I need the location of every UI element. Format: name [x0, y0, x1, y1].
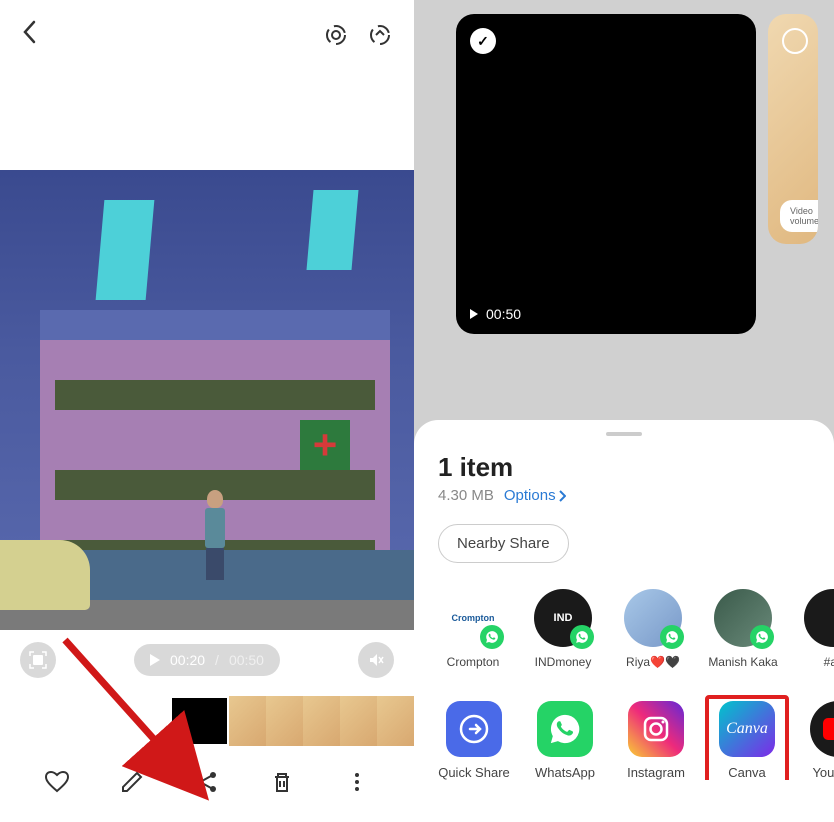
youtube-icon: [810, 701, 834, 757]
playback-pill[interactable]: 00:20 / 00:50: [134, 644, 280, 676]
share-sheet: 1 item 4.30 MB Options Nearby Share Crom…: [414, 420, 834, 822]
app-youtube[interactable]: YouTube: [802, 701, 834, 780]
thumbnail[interactable]: [266, 696, 303, 746]
thumbnail[interactable]: [340, 696, 377, 746]
total-time: 00:50: [229, 652, 264, 668]
app-whatsapp[interactable]: WhatsApp: [529, 701, 601, 780]
annotation-highlight: [705, 695, 789, 780]
play-icon: [470, 309, 478, 319]
whatsapp-badge-icon: [660, 625, 684, 649]
whatsapp-badge-icon: [750, 625, 774, 649]
item-count: 1 item: [438, 452, 810, 483]
mute-button[interactable]: [358, 642, 394, 678]
time-separator: /: [215, 652, 219, 668]
media-duration: 00:50: [470, 306, 521, 322]
edit-button[interactable]: [118, 768, 146, 796]
contact-indmoney[interactable]: IND INDmoney: [528, 589, 598, 669]
whatsapp-badge-icon: [570, 625, 594, 649]
more-button[interactable]: [343, 768, 371, 796]
quick-share-icon: [446, 701, 502, 757]
drag-handle[interactable]: [606, 432, 642, 436]
contact-manish[interactable]: Manish Kaka: [708, 589, 778, 669]
thumbnail[interactable]: [229, 696, 266, 746]
app-row: Quick Share WhatsApp Instagram Canva Can…: [414, 677, 834, 780]
thumbnail-current[interactable]: [170, 696, 229, 746]
unselected-circle-icon[interactable]: [782, 28, 808, 54]
contact-row: Crompton Crompton IND INDmoney Riya❤️🖤 M…: [414, 563, 834, 677]
whatsapp-icon: [537, 701, 593, 757]
current-time: 00:20: [170, 652, 205, 668]
app-quick-share[interactable]: Quick Share: [438, 701, 510, 780]
file-size: 4.30 MB: [438, 487, 494, 504]
delete-button[interactable]: [268, 768, 296, 796]
selected-check-icon[interactable]: ✓: [470, 28, 496, 54]
player-controls: 00:20 / 00:50: [0, 630, 414, 690]
media-card[interactable]: Video volume: [768, 14, 818, 244]
thumbnail[interactable]: [377, 696, 414, 746]
thumbnail[interactable]: [303, 696, 340, 746]
instagram-icon: [628, 701, 684, 757]
whatsapp-badge-icon: [480, 625, 504, 649]
media-picker: ✓ 00:50 Video volume: [414, 0, 834, 420]
media-card-selected[interactable]: ✓ 00:50: [456, 14, 756, 334]
app-instagram[interactable]: Instagram: [620, 701, 692, 780]
app-canva[interactable]: Canva Canva: [711, 701, 783, 780]
contact-crompton[interactable]: Crompton Crompton: [438, 589, 508, 669]
car-illustration: [0, 540, 90, 610]
video-viewer-screen: + 00:20 / 00:50: [0, 0, 414, 822]
share-screen: ✓ 00:50 Video volume 1 item 4.30 MB Opti…: [414, 0, 834, 822]
auto-enhance-icon[interactable]: [366, 21, 394, 49]
top-bar: [0, 0, 414, 70]
video-preview[interactable]: +: [0, 170, 414, 630]
back-button[interactable]: [20, 18, 40, 53]
nearby-share-button[interactable]: Nearby Share: [438, 524, 569, 563]
bottom-toolbar: [0, 752, 414, 812]
contact-riya[interactable]: Riya❤️🖤: [618, 589, 688, 669]
person-illustration: [200, 490, 230, 580]
share-button[interactable]: [193, 768, 221, 796]
play-icon: [150, 654, 160, 666]
favorite-button[interactable]: [43, 768, 71, 796]
bixby-vision-icon[interactable]: [322, 21, 350, 49]
timeline-thumbnails[interactable]: [0, 696, 414, 746]
video-volume-label: Video volume: [780, 200, 818, 232]
capture-frame-button[interactable]: [20, 642, 56, 678]
options-link[interactable]: Options: [504, 487, 566, 504]
contact-all[interactable]: #all: [798, 589, 834, 669]
